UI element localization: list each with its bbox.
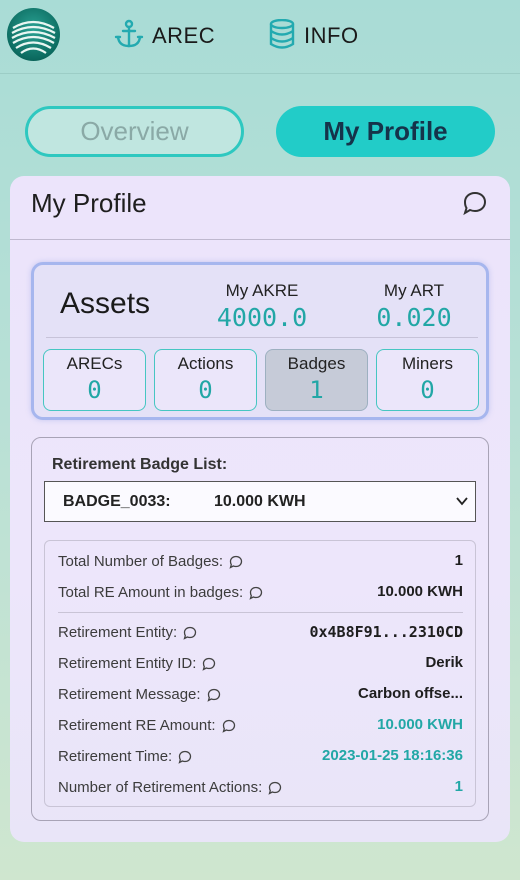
entity-label: Retirement Entity: [58,624,178,641]
stat-label: Actions [177,354,234,373]
time-label: Retirement Time: [58,748,173,765]
detail-row: Retirement Entity: 0x4B8F91...2310CD [58,622,463,644]
nav-arec-label: AREC [152,23,216,48]
detail-row: Total RE Amount in badges: 10.000 KWH [58,582,463,604]
divider [46,337,478,338]
badge-select-amount: 10.000 KWH [214,492,306,510]
stat-label: Badges [287,354,346,373]
stat-value: 0 [420,376,435,404]
stat-label: Miners [401,354,453,373]
stat-value: 0 [198,376,213,404]
detail-row: Number of Retirement Actions: 1 [58,777,463,799]
tab-overview[interactable]: Overview [25,106,244,157]
assets-panel: Assets My AKRE 4000.0 My ART 0.020 ARECs… [31,262,489,420]
divider [58,612,463,613]
stat-arecs[interactable]: ARECs 0 [43,349,146,411]
chat-bubble-icon[interactable] [202,657,216,671]
badge-panel: Retirement Badge List: BADGE_0033: 10.00… [31,437,489,821]
actions-value: 1 [454,778,463,795]
total-re-label: Total RE Amount in badges: [58,584,244,601]
total-badges-label: Total Number of Badges: [58,553,224,570]
art-label: My ART [383,281,445,300]
badge-select-id: BADGE_0033: [63,492,171,510]
metric-art: My ART 0.020 [354,281,474,332]
detail-row: Retirement Entity ID: Derik [58,653,463,675]
detail-row: Total Number of Badges: 1 [58,551,463,573]
detail-row: Retirement Time: 2023-01-25 18:16:36 [58,746,463,768]
card-title: My Profile [31,188,147,218]
re-amount-value: 10.000 KWH [377,716,463,733]
stat-badges[interactable]: Badges 1 [265,349,368,411]
badge-details: Total Number of Badges: 1 Total RE Amoun… [44,540,476,807]
actions-label: Number of Retirement Actions: [58,779,263,796]
chat-bubble-icon[interactable] [249,586,263,600]
chat-bubble-icon[interactable] [207,688,221,702]
chat-bubble-icon[interactable] [229,555,243,569]
anchor-icon [114,19,144,54]
detail-row: Retirement RE Amount: 10.000 KWH [58,715,463,737]
chat-bubble-icon[interactable] [183,626,197,640]
re-amount-label: Retirement RE Amount: [58,717,216,734]
total-badges-value: 1 [454,552,463,569]
tab-my-profile[interactable]: My Profile [276,106,495,157]
chat-bubble-icon[interactable] [268,781,282,795]
stat-miners[interactable]: Miners 0 [376,349,479,411]
message-value: Carbon offse... [357,685,463,702]
entity-value: 0x4B8F91...2310CD [309,623,463,641]
profile-card: My Profile Assets My AKRE 4000.0 My ART … [10,176,510,842]
chat-bubble-icon[interactable] [222,719,236,733]
total-re-value: 10.000 KWH [377,583,463,600]
metric-akre: My AKRE 4000.0 [202,281,322,332]
divider [10,239,510,240]
nav-info-label: INFO [304,23,359,48]
akre-label: My AKRE [225,281,299,300]
database-icon [268,18,296,54]
stat-value: 1 [309,376,324,404]
entity-id-value: Derik [425,654,463,671]
akre-value: 4000.0 [216,303,308,332]
stat-actions[interactable]: Actions 0 [154,349,257,411]
badge-select[interactable]: BADGE_0033: 10.000 KWH [44,481,476,522]
detail-row: Retirement Message: Carbon offse... [58,684,463,706]
nav-info[interactable]: INFO [268,18,359,54]
nav-arec[interactable]: AREC [114,19,216,54]
top-nav-bar: AREC INFO [0,0,520,74]
entity-id-label: Retirement Entity ID: [58,655,197,672]
badge-list-label: Retirement Badge List: [52,456,228,473]
chat-bubble-icon[interactable] [462,190,488,216]
stat-label: ARECs [66,354,123,373]
assets-title: Assets [60,287,151,320]
time-value: 2023-01-25 18:16:36 [322,747,463,764]
art-value: 0.020 [376,303,452,332]
app-logo[interactable] [7,8,60,61]
message-label: Retirement Message: [58,686,201,703]
stat-value: 0 [87,376,102,404]
chat-bubble-icon[interactable] [178,750,192,764]
chevron-down-icon [455,494,469,508]
